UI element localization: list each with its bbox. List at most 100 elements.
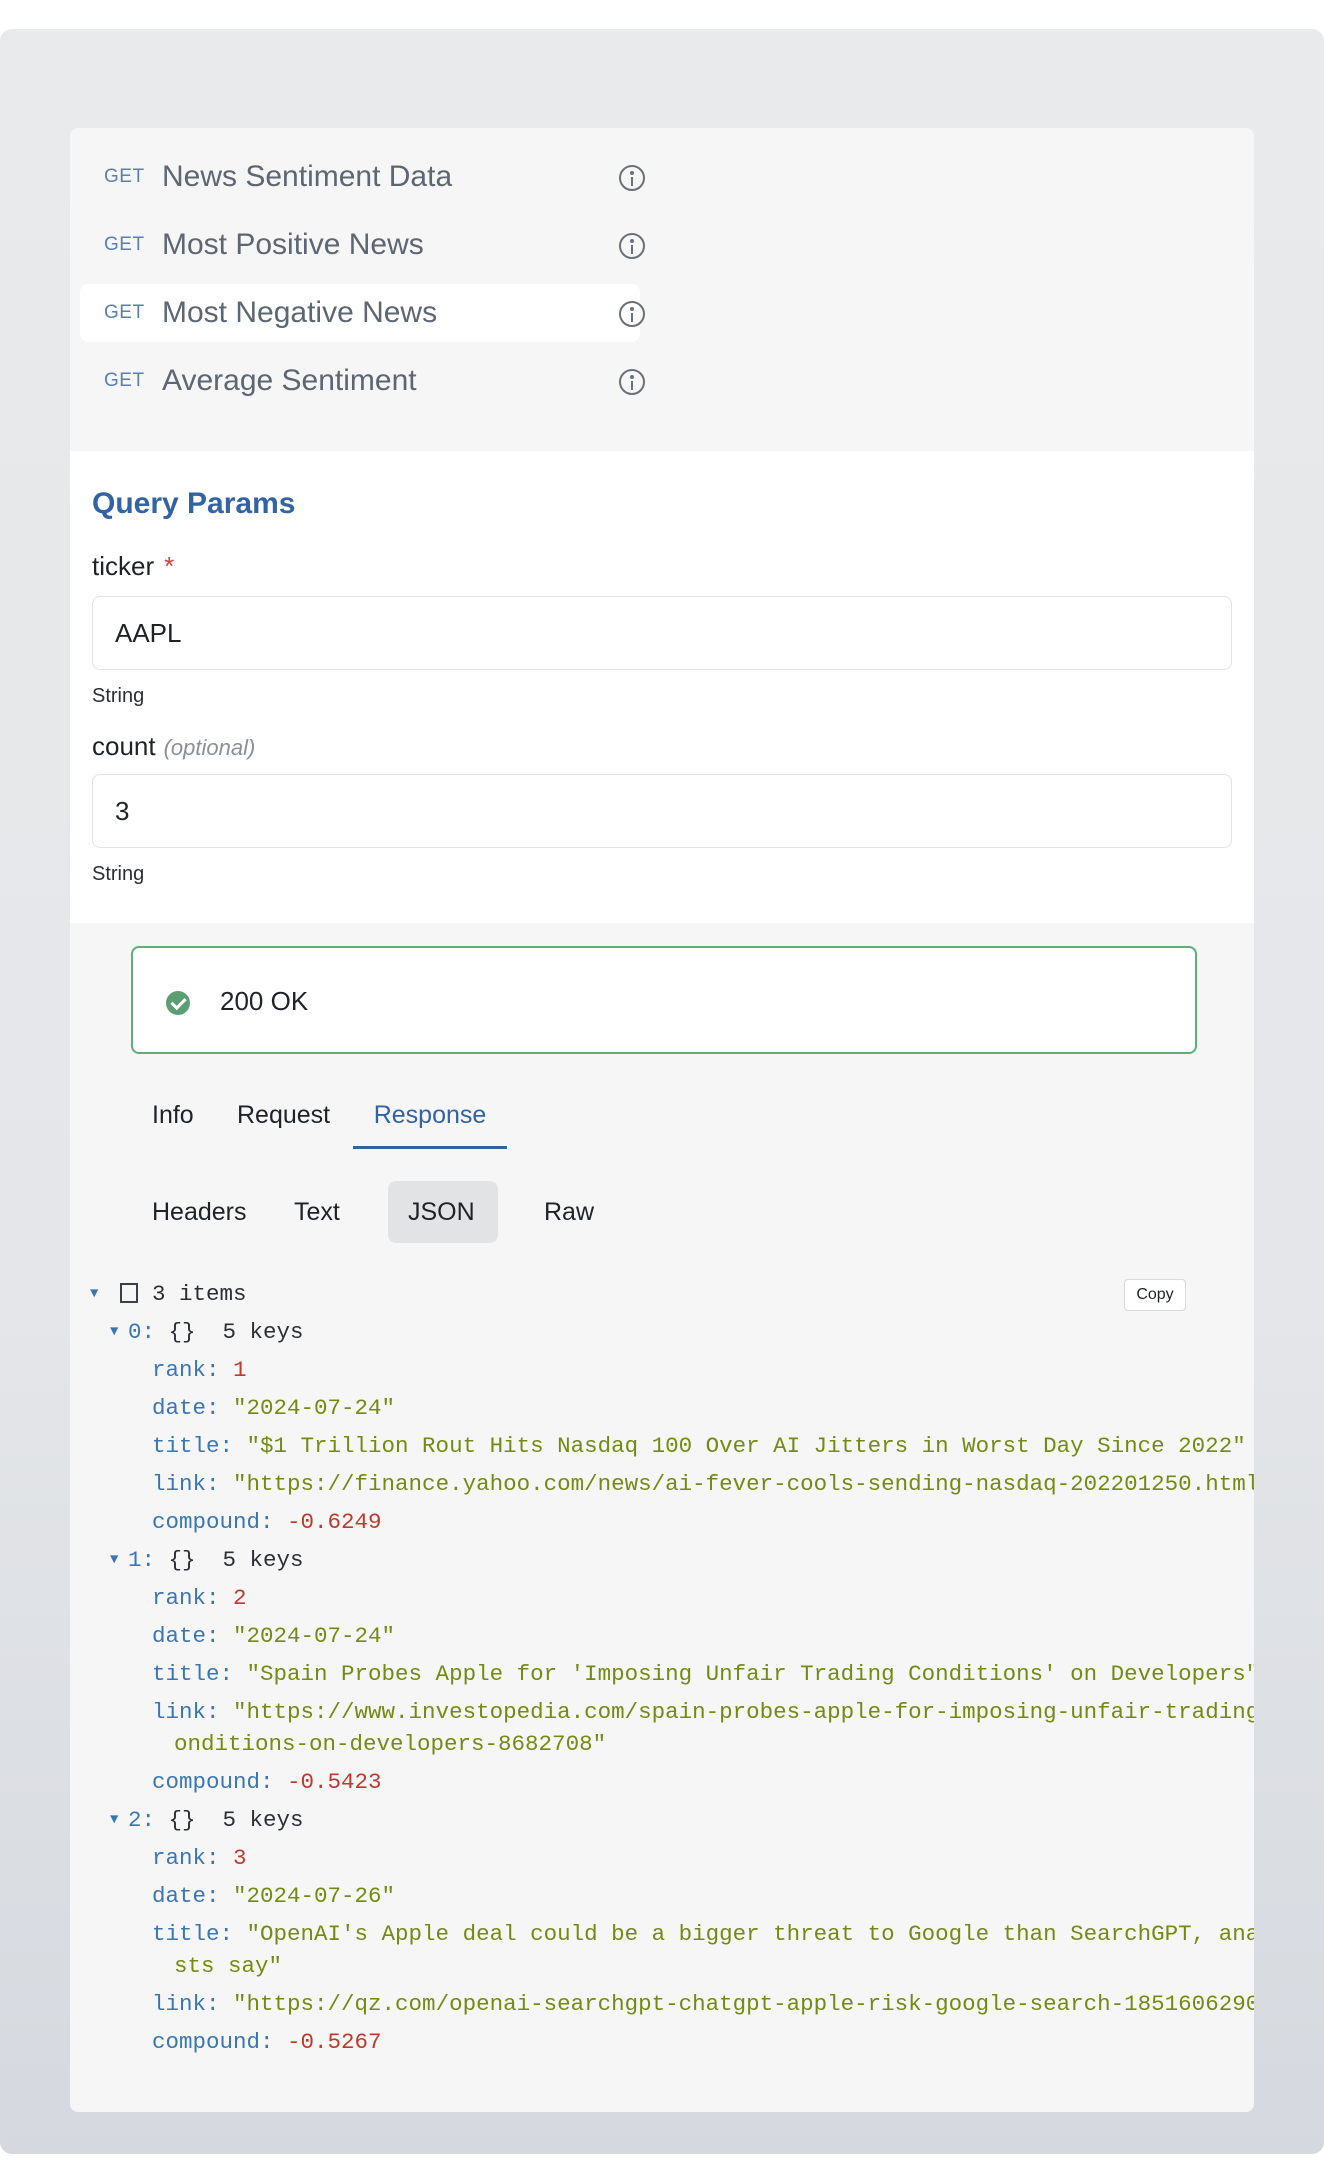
ticker-label: ticker * (92, 551, 174, 582)
json-value: "https://finance.yahoo.com/news/ai-fever… (233, 1471, 1254, 1497)
api-panel: GET News Sentiment Data GET Most Positiv… (70, 128, 1254, 2112)
json-key: link: (152, 1991, 220, 2017)
method-badge: GET (104, 370, 145, 391)
json-item-summary: 5 keys (222, 1807, 304, 1833)
collapse-caret-icon[interactable]: ▼ (110, 1812, 118, 1828)
json-row: rank: 3 (152, 1842, 247, 1874)
json-value: "OpenAI's Apple deal could be a bigger t… (246, 1921, 1254, 1947)
endpoint-most-negative-news[interactable]: GET Most Negative News (80, 284, 645, 342)
endpoint-name: Average Sentiment (162, 364, 417, 397)
json-key: link: (152, 1471, 220, 1497)
json-item-header: 2: {} 5 keys (128, 1807, 304, 1833)
method-badge: GET (104, 166, 145, 187)
ticker-input[interactable] (92, 596, 1232, 670)
count-type: String (92, 863, 145, 885)
collapse-caret-icon[interactable]: ▼ (90, 1286, 98, 1302)
json-row: compound: -0.5267 (152, 2026, 382, 2058)
json-row: rank: 2 (152, 1582, 247, 1614)
endpoint-most-positive-news[interactable]: GET Most Positive News (80, 216, 645, 274)
json-row: compound: -0.5423 (152, 1766, 382, 1798)
json-key: compound: (152, 1509, 274, 1535)
json-item-header: 0: {} 5 keys (128, 1319, 304, 1345)
json-value: 1 (233, 1357, 247, 1383)
subtab-raw[interactable]: Raw (524, 1181, 614, 1243)
json-value: 2 (233, 1585, 247, 1611)
json-value: "https://www.investopedia.com/spain-prob… (233, 1699, 1254, 1725)
required-mark: * (164, 551, 175, 581)
json-item-summary: 5 keys (222, 1319, 304, 1345)
json-value: "2024-07-24" (233, 1395, 396, 1421)
json-value: "Spain Probes Apple for 'Imposing Unfair… (246, 1661, 1254, 1687)
json-row-continuation: sts say" (174, 1950, 282, 1982)
info-icon[interactable] (619, 301, 645, 327)
page-background: GET News Sentiment Data GET Most Positiv… (0, 29, 1324, 2154)
json-value: "https://qz.com/openai-searchgpt-chatgpt… (233, 1991, 1254, 2017)
json-key: compound: (152, 2029, 274, 2055)
endpoint-name: Most Negative News (162, 296, 438, 329)
json-value: onditions-on-developers-8682708" (174, 1731, 607, 1757)
info-icon[interactable] (619, 369, 645, 395)
json-key: compound: (152, 1769, 274, 1795)
subtab-text[interactable]: Text (274, 1181, 360, 1243)
count-input[interactable] (92, 774, 1232, 848)
json-row: title: "OpenAI's Apple deal could be a b… (152, 1918, 1254, 1950)
json-value: -0.6249 (287, 1509, 382, 1535)
count-label: count (optional) (92, 731, 255, 762)
endpoint-list: GET News Sentiment Data GET Most Positiv… (80, 148, 645, 420)
check-circle-icon (166, 991, 190, 1015)
endpoint-average-sentiment[interactable]: GET Average Sentiment (80, 352, 645, 410)
json-row: title: "Spain Probes Apple for 'Imposing… (152, 1658, 1254, 1690)
json-key: rank: (152, 1357, 220, 1383)
json-key: date: (152, 1395, 220, 1421)
json-value: -0.5267 (287, 2029, 382, 2055)
json-value: sts say" (174, 1953, 283, 1979)
json-row: link: "https://www.investopedia.com/spai… (152, 1696, 1254, 1728)
json-row: date: "2024-07-24" (152, 1392, 395, 1424)
json-key: title: (152, 1921, 234, 1947)
ticker-type: String (92, 685, 145, 707)
endpoint-news-sentiment-data[interactable]: GET News Sentiment Data (80, 148, 645, 206)
info-icon[interactable] (619, 233, 645, 259)
json-value: 3 (233, 1845, 247, 1871)
tab-info[interactable]: Info (152, 1093, 194, 1149)
method-badge: GET (104, 302, 145, 323)
json-key: date: (152, 1883, 220, 1909)
method-badge: GET (104, 234, 145, 255)
json-key: link: (152, 1699, 220, 1725)
count-label-text: count (92, 731, 156, 761)
json-row: title: "$1 Trillion Rout Hits Nasdaq 100… (152, 1430, 1246, 1462)
json-root-count: 3 items (152, 1281, 247, 1307)
json-row-continuation: onditions-on-developers-8682708" (174, 1728, 606, 1760)
response-status: 200 OK (131, 946, 1197, 1054)
json-value: -0.5423 (287, 1769, 382, 1795)
subtab-headers[interactable]: Headers (132, 1181, 267, 1243)
json-key: date: (152, 1623, 220, 1649)
json-row: link: "https://finance.yahoo.com/news/ai… (152, 1468, 1254, 1500)
json-item-summary: 5 keys (222, 1547, 304, 1573)
optional-mark: (optional) (163, 735, 256, 760)
tab-request[interactable]: Request (237, 1093, 330, 1149)
status-text: 200 OK (220, 986, 309, 1016)
tab-response[interactable]: Response (353, 1093, 507, 1149)
json-item-header: 1: {} 5 keys (128, 1547, 304, 1573)
copy-button[interactable]: Copy (1124, 1279, 1186, 1311)
ticker-label-text: ticker (92, 551, 155, 581)
collapse-caret-icon[interactable]: ▼ (110, 1552, 118, 1568)
json-value: "$1 Trillion Rout Hits Nasdaq 100 Over A… (246, 1433, 1246, 1459)
json-index: 1: (128, 1547, 156, 1573)
subtab-json[interactable]: JSON (388, 1181, 498, 1243)
info-icon[interactable] (619, 165, 645, 191)
endpoint-name: News Sentiment Data (162, 160, 453, 193)
collapse-caret-icon[interactable]: ▼ (110, 1324, 118, 1340)
json-key: title: (152, 1433, 234, 1459)
json-row: rank: 1 (152, 1354, 247, 1386)
json-key: rank: (152, 1845, 220, 1871)
json-root-summary: 3 items (120, 1278, 247, 1310)
json-row: date: "2024-07-24" (152, 1620, 395, 1652)
json-index: 2: (128, 1807, 156, 1833)
json-value: "2024-07-26" (233, 1883, 396, 1909)
json-value: "2024-07-24" (233, 1623, 396, 1649)
json-key: title: (152, 1661, 234, 1687)
array-icon (120, 1283, 138, 1303)
json-row: date: "2024-07-26" (152, 1880, 395, 1912)
